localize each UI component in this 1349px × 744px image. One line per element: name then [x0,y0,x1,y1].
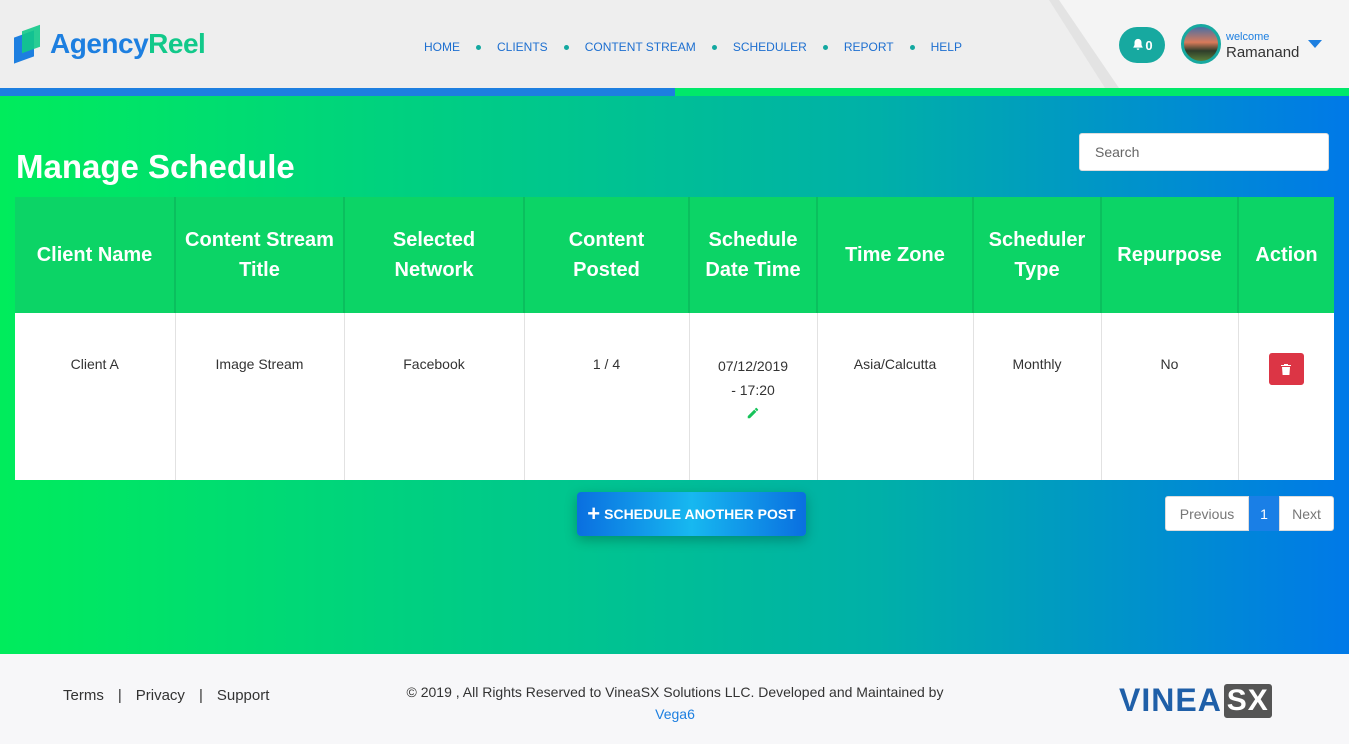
cell-schedule-datetime: 07/12/2019 - 17:20 [689,313,818,480]
nav-report[interactable]: REPORT [844,40,894,54]
cell-content-posted: 1 / 4 [524,313,690,480]
notification-button[interactable]: 0 [1119,27,1165,63]
pencil-icon[interactable] [746,406,760,420]
copyright: © 2019 , All Rights Reserved to VineaSX … [390,681,960,725]
table-row: Client A Image Stream Facebook 1 / 4 07/… [15,313,1334,480]
footer-separator: | [117,687,122,704]
nav-separator [476,44,481,50]
cell-action [1238,313,1334,480]
delete-button[interactable] [1268,353,1304,385]
brand-name-part1: Agency [50,28,149,59]
main-nav: HOME CLIENTS CONTENT STREAM SCHEDULER RE… [424,40,962,54]
pagination-previous[interactable]: Previous [1165,496,1249,531]
footer-link-terms[interactable]: Terms [63,687,104,704]
footer-separator: | [198,687,203,704]
brand-name-part2: Reel [148,28,206,59]
table-header-row: Client Name Content Stream Title Selecte… [15,197,1334,313]
nav-home[interactable]: HOME [424,40,460,54]
column-header: Time Zone [817,197,974,313]
chevron-down-icon[interactable] [1308,40,1322,48]
pagination: Previous 1 Next [1165,496,1334,531]
avatar[interactable] [1181,24,1221,64]
user-name[interactable]: Ramanand [1226,44,1299,61]
trash-icon [1281,363,1292,375]
page-title: Manage Schedule [16,148,295,185]
schedule-time: - 17:20 [731,382,775,398]
column-header: Content Posted [524,197,690,313]
cell-scheduler-type: Monthly [973,313,1102,480]
top-header: AgencyReel HOME CLIENTS CONTENT STREAM S… [0,0,1349,88]
copyright-text: © 2019 , All Rights Reserved to VineaSX … [406,684,944,700]
footer: Terms | Privacy | Support © 2019 , All R… [0,654,1349,744]
company-logo-part1: VINEA [1119,682,1222,718]
cell-timezone: Asia/Calcutta [817,313,974,480]
footer-link-support[interactable]: Support [217,687,270,704]
nav-separator [909,44,915,50]
nav-separator [711,44,717,50]
pagination-next[interactable]: Next [1279,496,1334,531]
nav-scheduler[interactable]: SCHEDULER [733,40,807,54]
brand-name: AgencyReel [50,28,206,60]
schedule-another-post-button[interactable]: + SCHEDULE ANOTHER POST [577,492,806,536]
plus-icon: + [587,501,601,526]
column-header: Client Name [15,197,176,313]
column-header: Scheduler Type [973,197,1102,313]
column-header: Repurpose [1101,197,1239,313]
cell-network: Facebook [344,313,525,480]
cell-stream-title: Image Stream [175,313,345,480]
developer-link[interactable]: Vega6 [390,703,960,725]
header-strip-blue [0,88,675,96]
nav-clients[interactable]: CLIENTS [497,40,548,54]
company-logo-part2: SX [1223,683,1272,718]
header-strip-green [675,88,1349,96]
column-header: Content Stream Title [175,197,345,313]
company-logo: VINEA SX [1119,682,1272,719]
pagination-page-current[interactable]: 1 [1249,496,1279,531]
notification-count: 0 [1145,37,1153,53]
nav-content-stream[interactable]: CONTENT STREAM [585,40,696,54]
column-header: Schedule Date Time [689,197,818,313]
welcome-label: welcome [1226,31,1270,43]
column-header: Selected Network [344,197,525,313]
footer-link-privacy[interactable]: Privacy [136,687,185,704]
footer-links: Terms | Privacy | Support [63,687,269,704]
cell-repurpose: No [1101,313,1239,480]
nav-separator [822,44,828,50]
column-header: Action [1238,197,1334,313]
nav-help[interactable]: HELP [931,40,962,54]
logo-icon [14,24,42,64]
nav-separator [563,44,569,50]
bell-icon [1133,38,1144,50]
schedule-date: 07/12/2019 [717,358,789,374]
search-input[interactable] [1079,133,1329,171]
brand-logo[interactable]: AgencyReel [14,24,206,64]
schedule-another-post-label: SCHEDULE ANOTHER POST [604,506,796,522]
schedule-table: Client Name Content Stream Title Selecte… [15,197,1334,480]
cell-client-name: Client A [15,313,176,480]
